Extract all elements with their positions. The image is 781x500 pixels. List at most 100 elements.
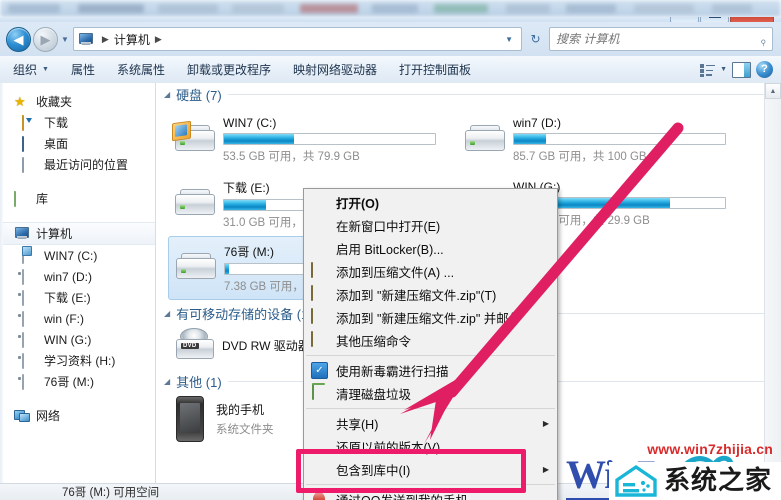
sidebar-item-label: 网络 bbox=[36, 409, 61, 423]
sidebar-item-0[interactable]: ★ 收藏夹 bbox=[0, 91, 155, 112]
context-menu-item[interactable]: 启用 BitLocker(B)... bbox=[304, 237, 557, 260]
dvd-drive-icon: DVD bbox=[174, 328, 214, 362]
address-bar-row: ◀ ▶ ▼ ▶ 计算机 ▶ ▼ ↻ ⌕ bbox=[0, 22, 781, 56]
show-preview-pane-icon[interactable] bbox=[732, 61, 751, 78]
group-title-harddisks: 硬盘 (7) bbox=[176, 87, 222, 103]
sidebar-item-3[interactable]: 网络 bbox=[0, 405, 155, 426]
navigation-pane: ★ 收藏夹下载桌面最近访问的位置库计算机 WIN7 (C:) win7 (D:) 下载 … bbox=[0, 83, 156, 483]
properties-button[interactable]: 属性 bbox=[62, 58, 104, 81]
context-menu-item[interactable]: 清理磁盘垃圾 bbox=[304, 382, 557, 405]
drive-info: win7 (D:) 85.7 GB 可用，共 100 GB bbox=[513, 116, 744, 164]
sidebar-item-2[interactable]: 计算机 bbox=[0, 222, 155, 245]
drive-icon bbox=[22, 310, 38, 327]
breadcrumb-separator2-icon[interactable]: ▶ bbox=[155, 34, 162, 45]
collapse-arrow-icon[interactable]: ◢ bbox=[164, 90, 170, 99]
sidebar-subitem-2-1[interactable]: win7 (D:) bbox=[0, 266, 155, 287]
context-menu-item[interactable]: 打开(O) bbox=[304, 191, 557, 214]
sidebar-subitem-2-6[interactable]: 76哥 (M:) bbox=[0, 371, 155, 392]
help-icon[interactable]: ? bbox=[756, 61, 773, 78]
drive-item[interactable]: WIN7 (C:) 53.5 GB 可用，共 79.9 GB bbox=[168, 108, 458, 172]
context-menu-item[interactable]: 添加到压缩文件(A) ... bbox=[304, 260, 557, 283]
context-menu-item[interactable]: 其他压缩命令 bbox=[304, 329, 557, 352]
downloads-folder-icon bbox=[22, 114, 38, 131]
sidebar-subitem-label: 下载 bbox=[44, 116, 69, 130]
group-header-harddisks[interactable]: ◢ 硬盘 (7) bbox=[156, 83, 781, 105]
organize-button[interactable]: 组织 ▼ bbox=[4, 58, 58, 81]
submenu-arrow-icon: ▶ bbox=[542, 419, 549, 428]
map-drive-label: 映射网络驱动器 bbox=[293, 63, 378, 77]
chevron-down-icon: ▼ bbox=[42, 66, 49, 73]
search-box[interactable]: ⌕ bbox=[549, 27, 773, 51]
context-menu-item[interactable]: 添加到 "新建压缩文件.zip"(T) bbox=[304, 283, 557, 306]
collapse-arrow-icon[interactable]: ◢ bbox=[164, 377, 170, 386]
forward-button[interactable]: ▶ bbox=[33, 26, 58, 52]
context-menu-item-label: 在新窗口中打开(E) bbox=[336, 220, 441, 234]
drive-icon bbox=[22, 331, 38, 348]
control-panel-label: 打开控制面板 bbox=[399, 63, 472, 77]
drive-icon bbox=[22, 373, 38, 390]
browser-tab bbox=[634, 4, 694, 13]
group-divider bbox=[227, 93, 769, 95]
context-menu-item-label: 共享(H) bbox=[336, 418, 379, 432]
computer-icon bbox=[14, 226, 30, 241]
sidebar-subitem-2-5[interactable]: 学习资料 (H:) bbox=[0, 350, 155, 371]
sidebar-subitem-label: 桌面 bbox=[44, 137, 69, 151]
browser-tab bbox=[434, 4, 488, 13]
collapse-arrow-icon[interactable]: ◢ bbox=[164, 309, 170, 318]
sidebar-item-1[interactable]: 库 bbox=[0, 188, 155, 209]
menu-icon-placeholder bbox=[311, 240, 329, 257]
breadcrumb-bar[interactable]: ▶ 计算机 ▶ ▼ bbox=[72, 27, 522, 51]
browser-tab-strip bbox=[0, 0, 781, 17]
open-control-panel-button[interactable]: 打开控制面板 bbox=[390, 58, 480, 81]
sidebar-subitem-label: 下载 (E:) bbox=[44, 291, 91, 305]
submenu-arrow-icon: ▶ bbox=[542, 465, 549, 474]
drive-item[interactable]: win7 (D:) 85.7 GB 可用，共 100 GB bbox=[458, 108, 748, 172]
system-properties-label: 系统属性 bbox=[116, 63, 165, 77]
sidebar-item-label: 收藏夹 bbox=[36, 95, 73, 109]
context-menu-item-label: 添加到 "新建压缩文件.zip"(T) bbox=[336, 289, 497, 303]
map-network-drive-button[interactable]: 映射网络驱动器 bbox=[284, 58, 386, 81]
computer-icon bbox=[78, 33, 93, 45]
sidebar-subitem-label: WIN7 (C:) bbox=[44, 248, 98, 263]
breadcrumb-dropdown-icon[interactable]: ▼ bbox=[505, 35, 518, 44]
history-dropdown-icon[interactable]: ▼ bbox=[61, 35, 69, 44]
uninstall-program-button[interactable]: 卸载或更改程序 bbox=[178, 58, 280, 81]
menu-icon-placeholder bbox=[311, 415, 329, 432]
back-icon: ◀ bbox=[13, 31, 24, 47]
sidebar-subitem-2-4[interactable]: WIN (G:) bbox=[0, 329, 155, 350]
sidebar-subitem-2-2[interactable]: 下载 (E:) bbox=[0, 287, 155, 308]
drive-usage-bar bbox=[223, 133, 436, 145]
scroll-up-button[interactable]: ▲ bbox=[765, 83, 781, 99]
shield-icon: ✓ bbox=[311, 362, 329, 379]
sidebar-subitem-2-3[interactable]: win (F:) bbox=[0, 308, 155, 329]
network-icon bbox=[14, 409, 30, 423]
breadcrumb-computer[interactable]: 计算机 bbox=[114, 31, 150, 48]
drive-name: win7 (D:) bbox=[513, 116, 562, 130]
view-chevron-down-icon[interactable]: ▼ bbox=[720, 66, 727, 73]
sidebar-subitem-2-0[interactable]: WIN7 (C:) bbox=[0, 245, 155, 266]
drive-name: WIN7 (C:) bbox=[223, 116, 277, 130]
refresh-button[interactable]: ↻ bbox=[526, 29, 545, 49]
back-button[interactable]: ◀ bbox=[6, 26, 31, 52]
change-view-icon[interactable] bbox=[700, 63, 716, 77]
context-menu-item[interactable]: 在新窗口中打开(E) bbox=[304, 214, 557, 237]
browser-tab bbox=[8, 4, 60, 13]
context-menu-item[interactable]: 添加到 "新建压缩文件.zip" 并邮件 bbox=[304, 306, 557, 329]
browser-tab bbox=[78, 4, 144, 13]
context-menu-item[interactable]: ✓ 使用新毒霸进行扫描 bbox=[304, 359, 557, 382]
system-properties-button[interactable]: 系统属性 bbox=[108, 58, 174, 81]
sidebar-subitem-0-0[interactable]: 下载 bbox=[0, 112, 155, 133]
close-icon: ✕ bbox=[747, 17, 758, 19]
vertical-scrollbar[interactable]: ▲ ▼ bbox=[764, 83, 781, 483]
context-menu-item[interactable]: 共享(H) ▶ bbox=[304, 412, 557, 435]
sidebar-subitem-0-2[interactable]: 最近访问的位置 bbox=[0, 154, 155, 175]
screenshot-root: ✕ ◀ ▶ ▼ ▶ 计算机 ▶ ▼ ↻ bbox=[0, 0, 781, 500]
sidebar-subitem-label: 最近访问的位置 bbox=[44, 158, 129, 172]
sidebar-subitem-0-1[interactable]: 桌面 bbox=[0, 133, 155, 154]
toolbar-right-group: ▼ ? bbox=[700, 61, 781, 78]
annotation-highlight-rect bbox=[296, 449, 526, 493]
winrar-icon bbox=[311, 308, 329, 326]
context-menu-item-label: 其他压缩命令 bbox=[336, 335, 412, 349]
search-input[interactable] bbox=[550, 32, 760, 46]
